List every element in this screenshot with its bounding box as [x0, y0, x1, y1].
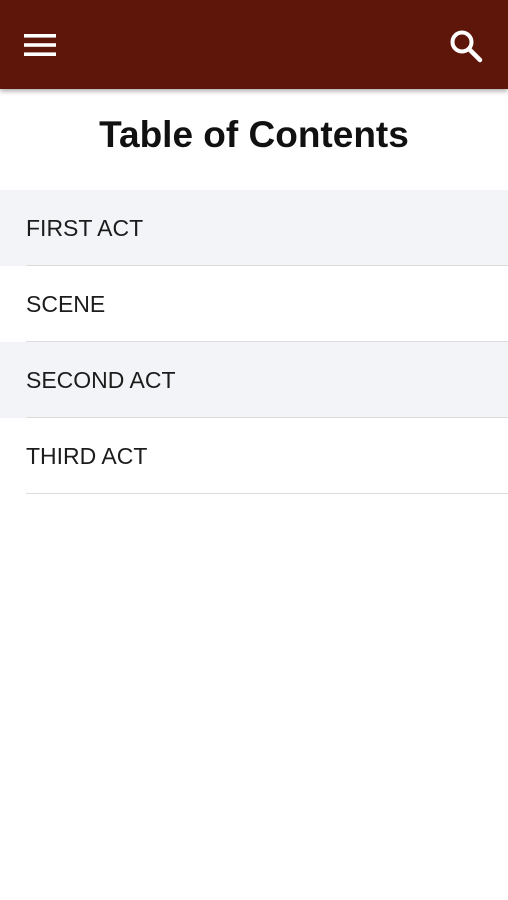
toc-item-label: THIRD ACT: [26, 442, 148, 469]
hamburger-menu-icon: [24, 34, 56, 56]
menu-button[interactable]: [14, 24, 66, 66]
toc-item-second-act[interactable]: SECOND ACT: [0, 342, 508, 418]
toc-item-label: FIRST ACT: [26, 214, 144, 241]
page-title: Table of Contents: [99, 114, 409, 155]
toc-item-third-act[interactable]: THIRD ACT: [0, 418, 508, 494]
toc-item-label: SECOND ACT: [26, 366, 176, 393]
toc-item-label: SCENE: [26, 290, 106, 317]
toc-item-first-act[interactable]: FIRST ACT: [0, 190, 508, 266]
app-bar: [0, 0, 508, 89]
toc-list: FIRST ACT SCENE SECOND ACT THIRD ACT: [0, 190, 508, 494]
search-icon: [450, 30, 483, 63]
app-screen: Table of Contents FIRST ACT SCENE SECOND…: [0, 0, 508, 900]
search-button[interactable]: [440, 22, 492, 70]
toc-item-scene[interactable]: SCENE: [0, 266, 508, 342]
